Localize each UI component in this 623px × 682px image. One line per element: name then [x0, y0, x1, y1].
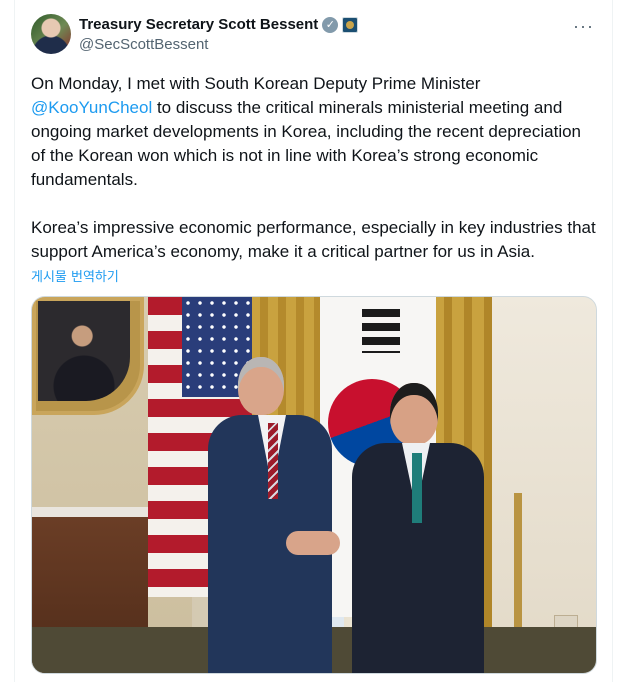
man-left-tie	[268, 423, 278, 499]
author-display-name[interactable]: Treasury Secretary Scott Bessent ✓	[79, 15, 359, 35]
author-handle[interactable]: @SecScottBessent	[79, 35, 358, 55]
post-text: On Monday, I met with South Korean Deput…	[31, 72, 599, 264]
author-names[interactable]: Treasury Secretary Scott Bessent ✓ @SecS…	[79, 15, 359, 55]
display-name-text[interactable]: Treasury Secretary Scott Bessent	[79, 15, 318, 35]
man-right-head	[390, 383, 438, 445]
avatar[interactable]	[31, 14, 71, 54]
table-top	[32, 507, 152, 517]
handshake	[286, 531, 340, 555]
post-card[interactable]: Treasury Secretary Scott Bessent ✓ @SecS…	[14, 0, 613, 682]
post-header: Treasury Secretary Scott Bessent ✓ @SecS…	[31, 14, 600, 58]
translate-post-link[interactable]: 게시물 번역하기	[31, 266, 119, 285]
post-text-part-1: On Monday, I met with South Korean Deput…	[31, 74, 486, 93]
man-right-tie	[412, 453, 422, 523]
treasury-seal-icon[interactable]	[342, 17, 359, 33]
post-photo[interactable]	[31, 296, 597, 674]
man-left-head	[238, 357, 284, 415]
korea-flag-trigram	[362, 309, 400, 353]
mention-link[interactable]: @KooYunCheol	[31, 98, 152, 117]
wall-right	[492, 297, 596, 673]
verified-badge-icon: ✓	[322, 17, 339, 33]
more-options-icon[interactable]: ···	[573, 16, 594, 37]
post-text-part-2: to discuss the critical minerals ministe…	[31, 98, 596, 261]
portrait-painting	[38, 301, 130, 401]
